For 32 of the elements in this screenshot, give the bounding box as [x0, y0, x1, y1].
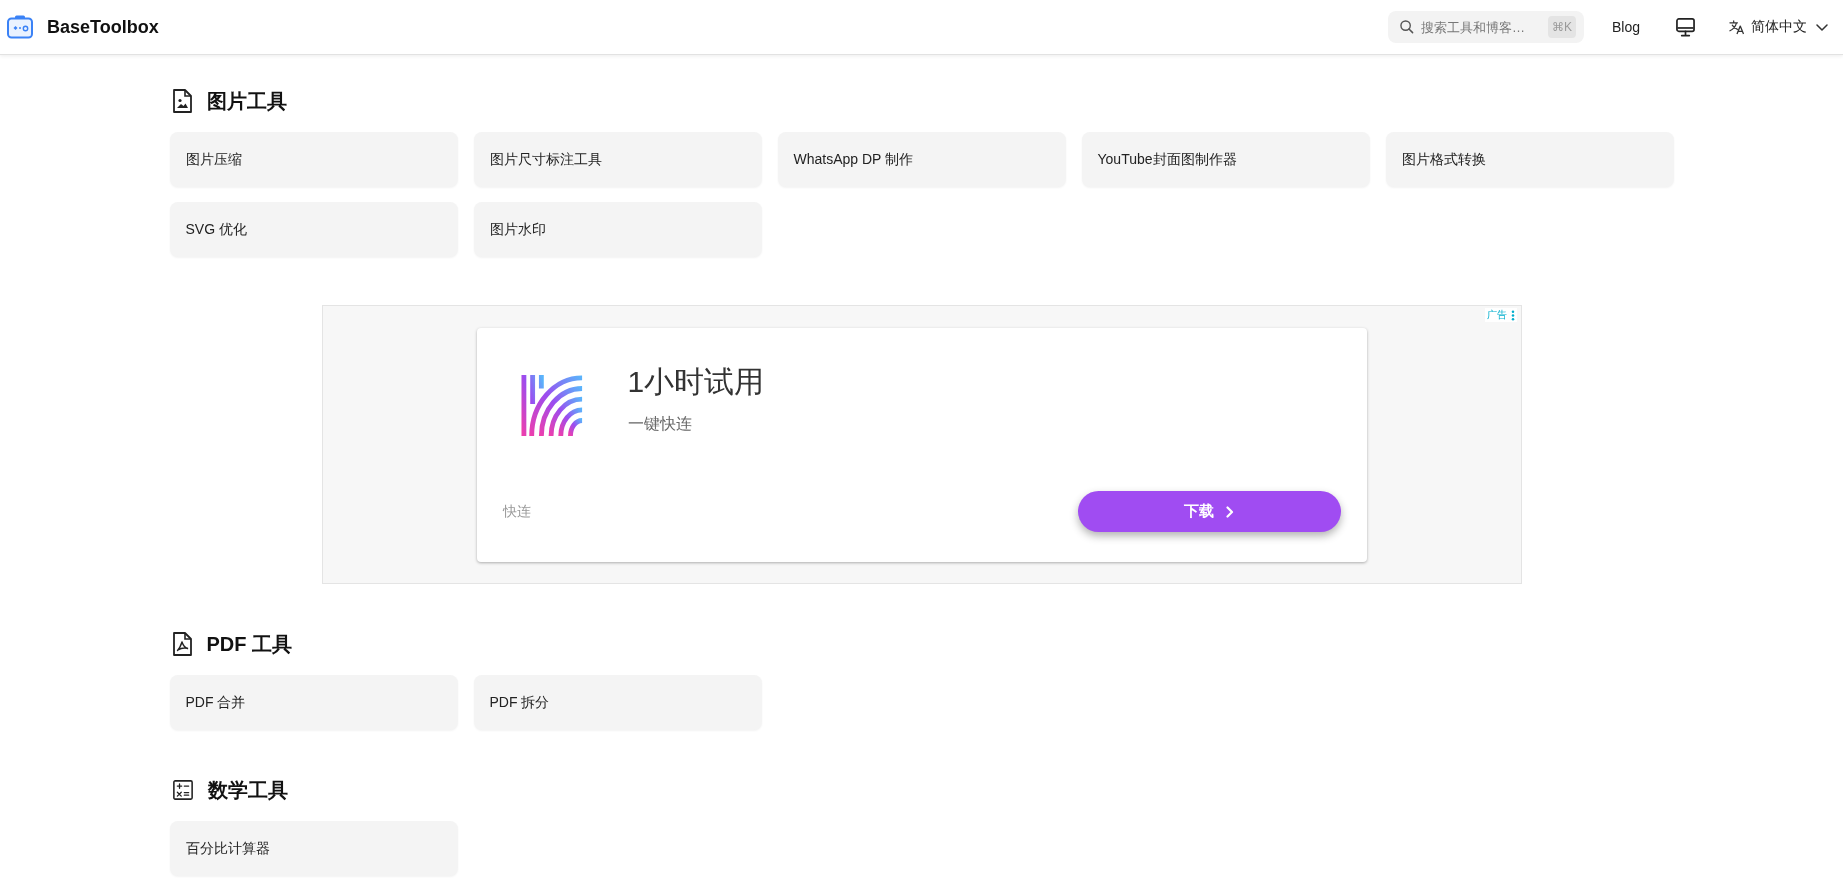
tool-card[interactable]: PDF 拆分: [473, 675, 762, 730]
vertical-dots-icon[interactable]: [1510, 309, 1515, 321]
tool-card[interactable]: 图片压缩: [169, 132, 458, 187]
logo-icon[interactable]: [7, 15, 33, 39]
language-selector[interactable]: 简体中文: [1729, 18, 1828, 36]
translate-icon: [1729, 19, 1744, 35]
monitor-icon[interactable]: [1676, 17, 1695, 37]
section-title: 数学工具: [207, 778, 288, 802]
pdf-file-icon: [172, 632, 192, 656]
calculator-icon: [172, 780, 193, 800]
section-title: PDF 工具: [206, 632, 293, 656]
ad-title: 1小时试用: [627, 364, 765, 400]
tool-card[interactable]: PDF 合并: [169, 675, 458, 730]
tool-card[interactable]: SVG 优化: [169, 202, 458, 257]
chevron-down-icon: [1816, 23, 1828, 31]
ad-subtitle: 一键快连: [627, 414, 693, 434]
shortcut-hint: ⌘K: [1547, 16, 1576, 38]
tool-card[interactable]: 图片水印: [473, 202, 762, 257]
tool-card[interactable]: WhatsApp DP 制作: [777, 132, 1066, 187]
image-file-icon: [172, 89, 192, 113]
section-title: 图片工具: [206, 89, 287, 113]
search-icon: [1399, 20, 1414, 34]
advertiser-name: 快连: [502, 502, 531, 521]
tool-card[interactable]: 百分比计算器: [169, 821, 458, 876]
tool-card[interactable]: 图片尺寸标注工具: [473, 132, 762, 187]
blog-link[interactable]: Blog: [1611, 19, 1640, 35]
download-button[interactable]: 下载: [1077, 491, 1341, 532]
site-name[interactable]: BaseToolbox: [47, 16, 159, 38]
tool-card[interactable]: 图片格式转换: [1385, 132, 1674, 187]
tool-card[interactable]: YouTube封面图制作器: [1081, 132, 1370, 187]
chevron-right-icon: [1226, 505, 1234, 518]
ad-logo-icon: [520, 374, 585, 437]
